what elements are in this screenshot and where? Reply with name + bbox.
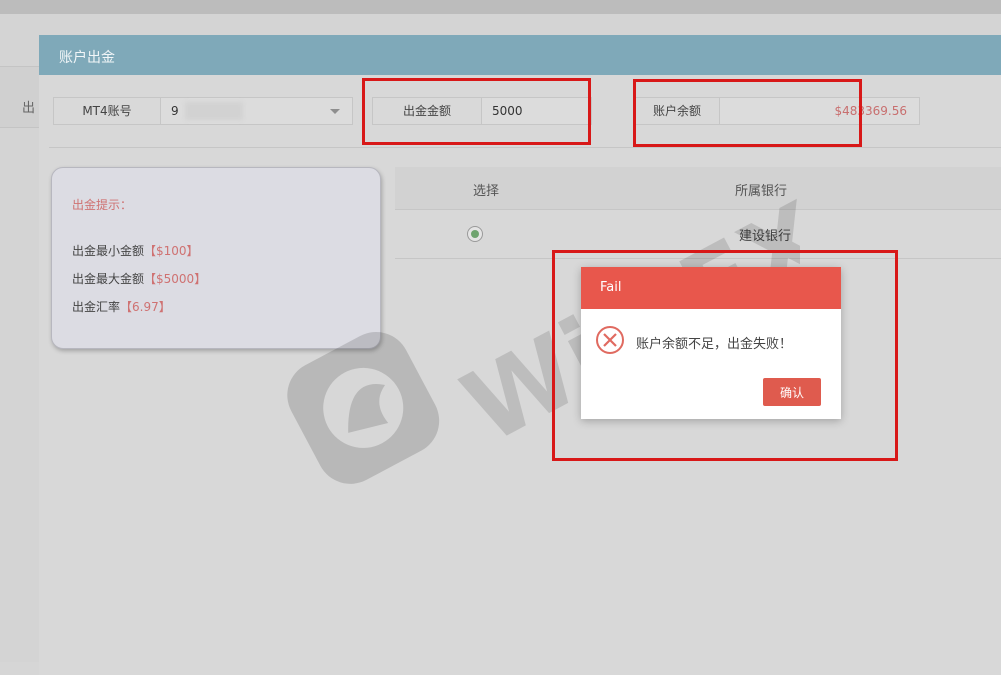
chevron-down-icon[interactable] <box>330 109 340 114</box>
redacted-account-blur <box>185 102 243 120</box>
background-left-label: 出 <box>22 101 36 116</box>
bank-name: 建设银行 <box>739 229 792 244</box>
tips-title: 出金提示： <box>72 198 133 212</box>
bank-table-header: 选择 所属银行 <box>395 167 1001 210</box>
dialog-title: Fail <box>600 280 622 295</box>
confirm-button[interactable]: 确认 <box>763 378 821 406</box>
bank-select-radio[interactable] <box>467 226 483 242</box>
withdrawal-amount-label: 出金金额 <box>373 98 482 124</box>
account-balance-value: $483369.56 <box>834 104 907 118</box>
header-bank: 所属银行 <box>735 184 788 199</box>
mt4-account-value: 9 <box>171 104 179 118</box>
withdrawal-amount-input[interactable]: 5000 <box>482 98 591 124</box>
modal-header: 账户出金 <box>39 35 1001 75</box>
account-balance-field: 账户余额 $483369.56 <box>634 97 920 125</box>
withdrawal-modal: 账户出金 MT4账号 9 出金金额 5000 账户余额 $483369.56 出… <box>39 35 1001 675</box>
error-circle-icon <box>596 326 624 354</box>
table-row[interactable]: 建设银行 <box>395 210 1001 259</box>
tip-label: 出金最小金额 <box>72 244 145 258</box>
tip-label: 出金最大金额 <box>72 272 145 286</box>
fail-dialog: Fail 账户余额不足，出金失败！ 确认 <box>581 267 841 419</box>
withdrawal-tips-panel: 出金提示： 出金最小金额【$100】 出金最大金额【$5000】 出金汇率【6.… <box>51 167 381 349</box>
mt4-account-select[interactable]: MT4账号 9 <box>53 97 353 125</box>
tip-value: 【$5000】 <box>144 272 207 286</box>
withdrawal-amount-field[interactable]: 出金金额 5000 <box>372 97 592 125</box>
tip-value: 【6.97】 <box>120 300 171 314</box>
tip-label: 出金汇率 <box>72 300 121 314</box>
background-top-bar <box>0 0 1001 14</box>
form-divider <box>49 147 1001 148</box>
dialog-message: 账户余额不足，出金失败！ <box>636 337 793 352</box>
tip-value: 【$100】 <box>144 244 199 258</box>
mt4-account-value-box[interactable]: 9 <box>161 98 352 124</box>
header-select: 选择 <box>473 184 500 199</box>
tip-exchange-rate: 出金汇率【6.97】 <box>72 298 171 315</box>
account-balance-label: 账户余额 <box>635 98 720 124</box>
tip-max-amount: 出金最大金额【$5000】 <box>72 270 206 287</box>
mt4-account-label: MT4账号 <box>54 98 161 124</box>
dialog-header: Fail <box>581 267 841 309</box>
modal-title: 账户出金 <box>59 50 115 66</box>
tip-min-amount: 出金最小金额【$100】 <box>72 242 199 259</box>
